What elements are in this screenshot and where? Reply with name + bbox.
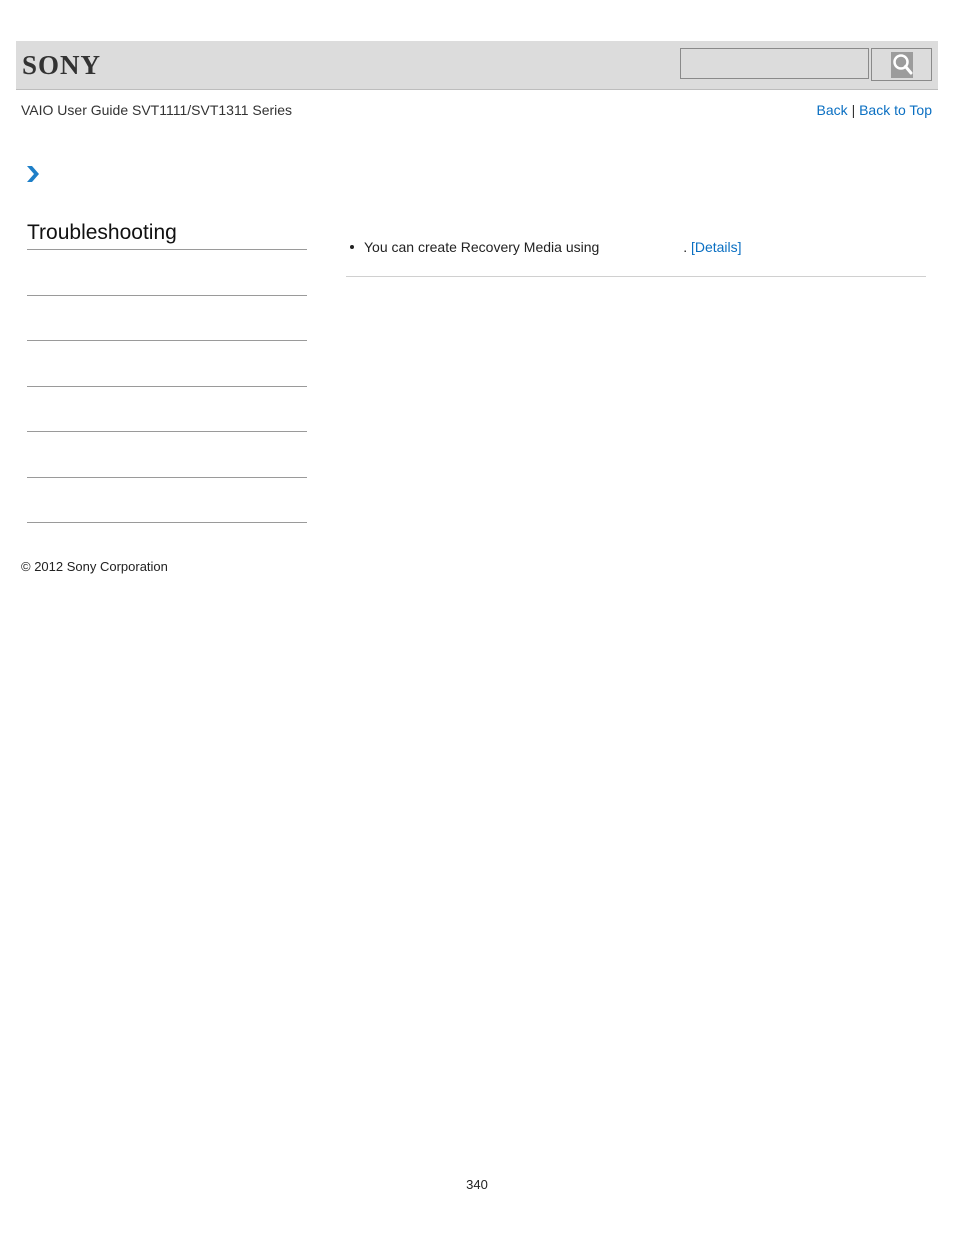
- page-number: 340: [466, 1177, 488, 1192]
- sidebar-item[interactable]: [27, 340, 307, 341]
- sidebar-item[interactable]: [27, 431, 307, 432]
- back-to-top-link[interactable]: Back to Top: [859, 102, 932, 118]
- sidebar-item[interactable]: [27, 386, 307, 387]
- content-divider: [346, 276, 926, 277]
- nav-separator: |: [851, 102, 856, 118]
- bullet-icon: [350, 245, 354, 250]
- search-input[interactable]: [680, 48, 869, 79]
- list-item: You can create Recovery Media using . [D…: [350, 239, 742, 255]
- nav-links: Back | Back to Top: [817, 102, 932, 118]
- back-link[interactable]: Back: [817, 102, 848, 118]
- header-bar: SONY: [16, 41, 938, 90]
- sidebar-title: Troubleshooting: [27, 221, 177, 244]
- sidebar-item[interactable]: [27, 295, 307, 296]
- details-link[interactable]: [Details]: [691, 239, 742, 255]
- item-text-end: .: [683, 239, 688, 255]
- sidebar-item[interactable]: [27, 522, 307, 523]
- sony-logo: SONY: [22, 50, 102, 80]
- copyright: © 2012 Sony Corporation: [21, 559, 168, 574]
- chevron-right-icon[interactable]: [25, 165, 41, 183]
- search-button[interactable]: [871, 48, 932, 81]
- search-icon: [890, 51, 913, 78]
- sidebar-divider: [27, 249, 307, 250]
- item-text: You can create Recovery Media using: [364, 239, 600, 255]
- sidebar-item[interactable]: [27, 477, 307, 478]
- guide-title: VAIO User Guide SVT1111/SVT1311 Series: [21, 102, 293, 118]
